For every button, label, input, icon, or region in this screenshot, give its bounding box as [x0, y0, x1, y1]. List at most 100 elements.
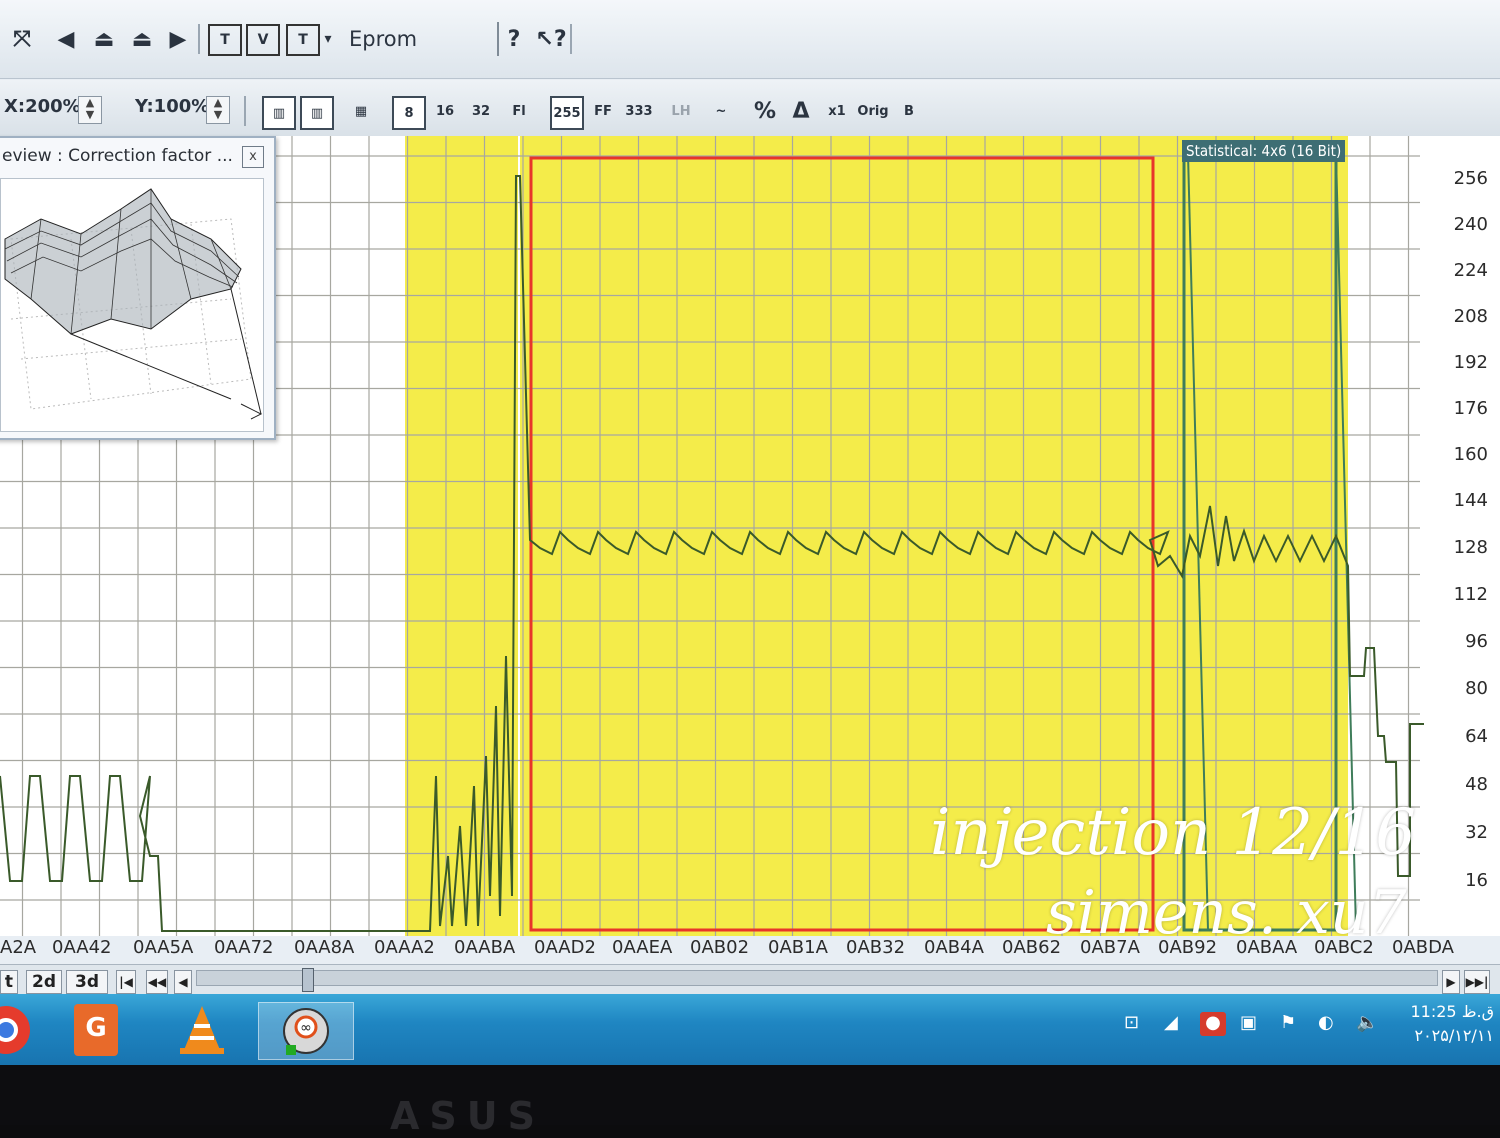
- percent-icon[interactable]: %: [750, 96, 780, 126]
- main-toolbar: ⤧ ◀ ⏏ ⏏ ▶ T V T ▾ Eprom ? ↖?: [0, 0, 1500, 79]
- y-tick-label: 96: [1465, 631, 1488, 652]
- eprom-selector[interactable]: Eprom: [345, 22, 499, 56]
- x-tick-label: 0AA5A: [133, 937, 194, 958]
- help-icon[interactable]: ?: [500, 22, 528, 56]
- view-table-icon[interactable]: ▦: [346, 96, 376, 126]
- overlay-caption-line1: injection 12/16: [930, 796, 1416, 870]
- y-tick-label: 112: [1453, 584, 1488, 605]
- x-tick-label: 0AB02: [690, 937, 750, 958]
- compare-icon[interactable]: B: [894, 96, 924, 126]
- svg-text:∞: ∞: [300, 1020, 312, 1036]
- y-tick-label: 16: [1465, 870, 1488, 891]
- width-32bit-icon[interactable]: 32: [466, 96, 496, 126]
- view-hex-icon[interactable]: ▥: [262, 96, 296, 130]
- hex-format-icon[interactable]: FF: [588, 96, 618, 126]
- surface-plot: [4, 188, 263, 420]
- x-tick-label: 0AAEA: [612, 937, 673, 958]
- pdf-icon[interactable]: G: [64, 1002, 128, 1058]
- context-help-icon[interactable]: ↖?: [534, 22, 568, 56]
- preview-window[interactable]: eview : Correction factor ... x: [0, 136, 276, 440]
- factor-icon[interactable]: x1: [822, 96, 852, 126]
- scroll-first-icon[interactable]: |◀: [116, 970, 136, 994]
- number-format-icon[interactable]: 255: [550, 96, 584, 130]
- signal-icon[interactable]: ~: [706, 96, 736, 126]
- cursor-icon[interactable]: ⤧: [4, 22, 40, 56]
- tab-3d[interactable]: 3d: [66, 970, 108, 994]
- horizontal-scrollbar[interactable]: [196, 970, 1438, 986]
- scroll-next-icon[interactable]: ▶: [1442, 970, 1460, 994]
- width-8bit-icon[interactable]: 8: [392, 96, 426, 130]
- x-tick-label: A2A: [0, 937, 37, 958]
- y-tick-label: 48: [1465, 774, 1488, 795]
- map-text-icon[interactable]: T: [208, 24, 242, 56]
- scroll-thumb[interactable]: [302, 968, 314, 992]
- x-tick-label: 0AA72: [214, 937, 274, 958]
- x-tick-label: 0AAA2: [374, 937, 435, 958]
- arrow-right-icon[interactable]: ▶: [164, 22, 192, 56]
- overlay-caption-line2: simens. xu7: [1046, 878, 1407, 948]
- clock[interactable]: 11:25 ق.ظ ۲۰۲۵/۱۲/۱۱: [1411, 1000, 1495, 1048]
- arrow-left-icon[interactable]: ◀: [52, 22, 80, 56]
- tab-2d[interactable]: 2d: [26, 970, 62, 994]
- action-center-icon[interactable]: ⚑: [1280, 1012, 1296, 1033]
- scroll-prev-page-icon[interactable]: ◀◀: [146, 970, 168, 994]
- monitor-bezel: [0, 1065, 1500, 1125]
- x-zoom-spinner[interactable]: ▲ ▼: [78, 96, 102, 124]
- clock-time: 11:25 ق.ظ: [1410, 1002, 1495, 1021]
- usb-icon[interactable]: ⊡: [1124, 1012, 1139, 1033]
- x-zoom-value: X:200%: [4, 96, 81, 117]
- x-tick-label: 0AAD2: [534, 937, 596, 958]
- upload-icon[interactable]: ⏏: [88, 22, 120, 56]
- volume-icon[interactable]: 🔈: [1356, 1012, 1378, 1033]
- delta-icon[interactable]: Δ: [788, 96, 814, 126]
- y-tick-label: 208: [1453, 306, 1488, 327]
- width-16bit-icon[interactable]: 16: [430, 96, 460, 126]
- y-zoom-spinner[interactable]: ▲ ▼: [206, 96, 230, 124]
- toolbar-separator: [198, 24, 200, 54]
- tab-text[interactable]: t: [0, 970, 18, 994]
- clock-date: ۲۰۲۵/۱۲/۱۱: [1414, 1026, 1494, 1045]
- winols-icon[interactable]: ∞: [258, 1002, 354, 1060]
- low-high-icon[interactable]: LH: [666, 96, 696, 126]
- y-tick-label: 64: [1465, 726, 1488, 747]
- scroll-prev-icon[interactable]: ◀: [174, 970, 192, 994]
- close-icon[interactable]: x: [242, 146, 264, 168]
- decimal-format-icon[interactable]: 333: [624, 96, 654, 126]
- dropdown-icon[interactable]: ▾: [318, 22, 338, 56]
- x-tick-label: 0AA8A: [294, 937, 355, 958]
- vlc-icon[interactable]: [170, 1002, 234, 1058]
- map-2d-icon[interactable]: V: [246, 24, 280, 56]
- y-zoom-value: Y:100%: [135, 96, 210, 117]
- y-tick-label: 240: [1453, 214, 1488, 235]
- 3d-map-preview: [0, 178, 264, 432]
- y-tick-label: 32: [1465, 822, 1488, 843]
- highlight-region: [405, 136, 518, 936]
- x-tick-label: 0AA42: [52, 937, 112, 958]
- width-float-icon[interactable]: Fl: [504, 96, 534, 126]
- preview-title: eview : Correction factor ...: [2, 146, 233, 166]
- y-tick-label: 80: [1465, 678, 1488, 699]
- x-tick-label: 0AB1A: [768, 937, 828, 958]
- toolbar-separator: [244, 96, 246, 126]
- svg-text:G: G: [85, 1013, 106, 1043]
- x-tick-label: 0AABA: [454, 937, 516, 958]
- y-tick-label: 160: [1453, 444, 1488, 465]
- x-tick-label: 0AB32: [846, 937, 906, 958]
- y-tick-label: 192: [1453, 352, 1488, 373]
- y-tick-label: 144: [1453, 490, 1488, 511]
- map-3d-icon[interactable]: T: [286, 24, 320, 56]
- download-icon[interactable]: ⏏: [126, 22, 158, 56]
- view-columns-icon[interactable]: ▥: [300, 96, 334, 130]
- original-icon[interactable]: Orig: [857, 96, 888, 126]
- antivirus-icon[interactable]: ●: [1200, 1012, 1226, 1036]
- display-icon[interactable]: ▣: [1240, 1012, 1257, 1033]
- network-signal-icon[interactable]: ◢: [1164, 1012, 1178, 1033]
- y-tick-label: 128: [1453, 537, 1488, 558]
- power-icon[interactable]: ◐: [1318, 1012, 1334, 1033]
- scroll-last-icon[interactable]: ▶▶|: [1464, 970, 1490, 994]
- chrome-icon[interactable]: [0, 1002, 38, 1058]
- y-tick-label: 176: [1453, 398, 1488, 419]
- y-tick-label: 224: [1453, 260, 1488, 281]
- y-tick-label: 256: [1453, 168, 1488, 189]
- statistical-label: Statistical: 4x6 (16 Bit): [1182, 140, 1346, 162]
